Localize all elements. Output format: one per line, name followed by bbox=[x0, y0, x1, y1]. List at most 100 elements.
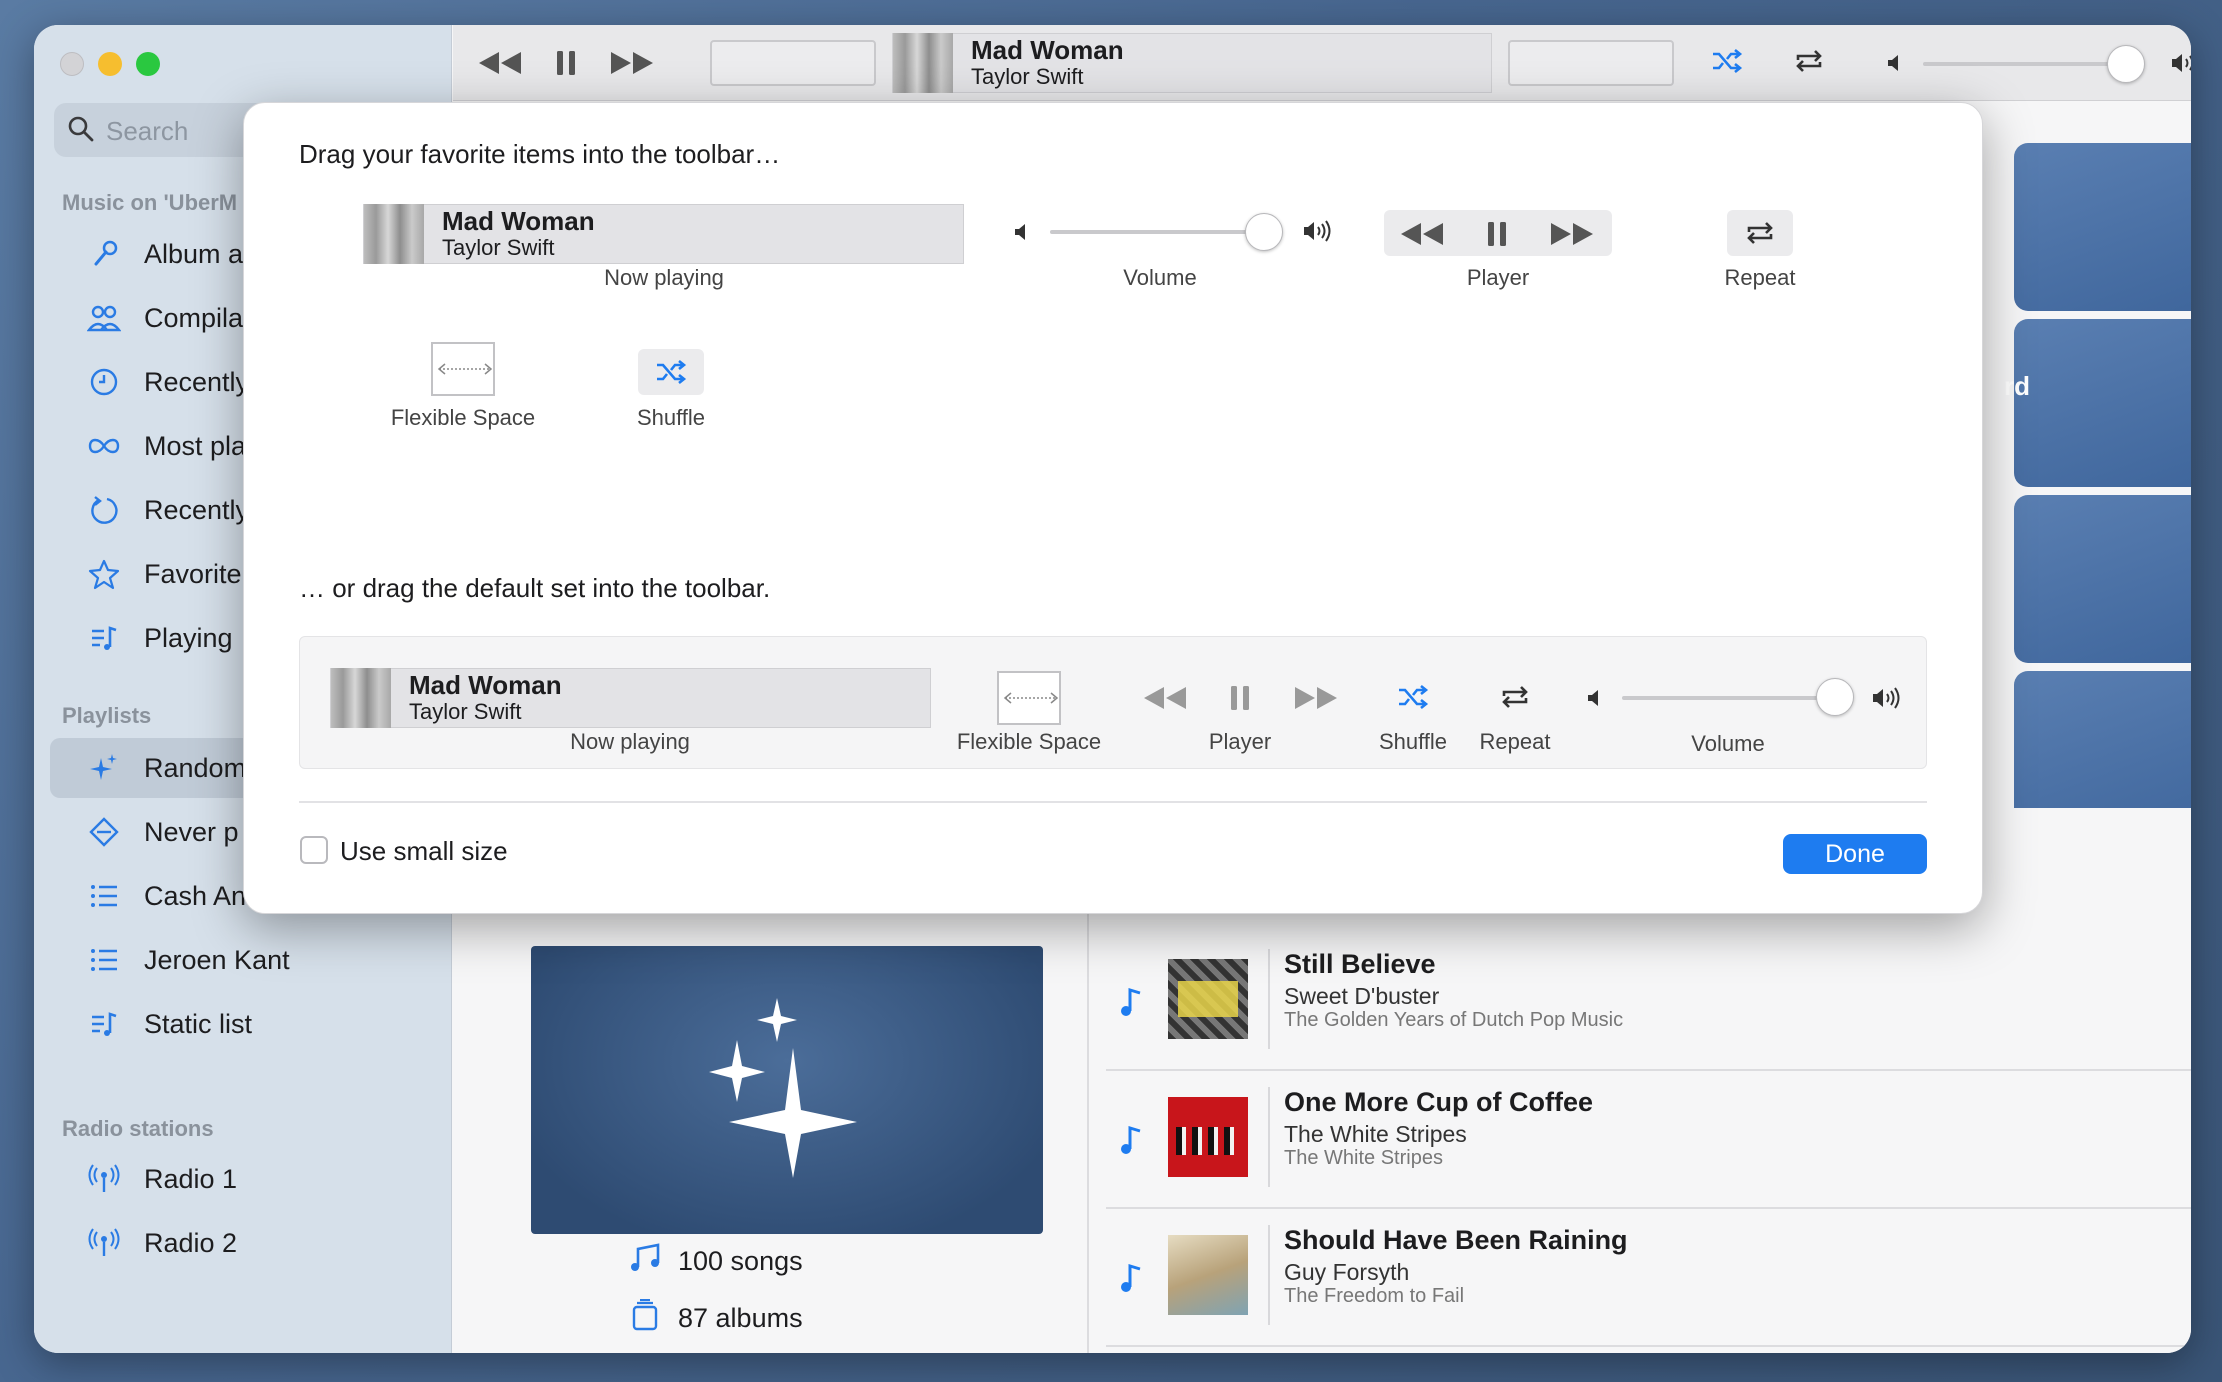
customize-toolbar-dialog: Drag your favorite items into the toolba… bbox=[243, 102, 1983, 914]
song-album: The Freedom to Fail bbox=[1284, 1285, 1465, 1307]
album-art bbox=[893, 33, 953, 93]
now-playing-widget: Mad Woman Taylor Swift bbox=[330, 668, 931, 728]
music-note-icon bbox=[1120, 1125, 1142, 1160]
repeat-icon bbox=[1500, 684, 1530, 715]
antenna-icon bbox=[86, 1161, 122, 1197]
previous-button[interactable] bbox=[475, 45, 525, 81]
song-album: The White Stripes bbox=[1284, 1147, 1443, 1169]
now-playing-widget[interactable]: Mad Woman Taylor Swift bbox=[892, 33, 1492, 93]
music-list-icon bbox=[86, 620, 122, 656]
done-button[interactable]: Done bbox=[1783, 834, 1927, 874]
album-cover bbox=[1168, 959, 1248, 1039]
volume-low-icon bbox=[1014, 223, 1030, 246]
small-size-checkbox[interactable] bbox=[300, 836, 328, 864]
clock-icon bbox=[86, 364, 122, 400]
playlists-section-title: Playlists bbox=[62, 703, 152, 728]
microphone-icon bbox=[86, 236, 122, 272]
shuffle-icon bbox=[655, 359, 687, 390]
next-button[interactable] bbox=[607, 45, 657, 81]
pause-button[interactable] bbox=[551, 45, 581, 81]
sidebar-item-radio-2[interactable]: Radio 2 bbox=[50, 1213, 440, 1273]
close-button[interactable] bbox=[60, 52, 84, 76]
volume-knob bbox=[1816, 678, 1854, 716]
sidebar-item-static-list[interactable]: Static list bbox=[50, 994, 440, 1054]
flexible-space-placeholder bbox=[710, 40, 876, 86]
shuffle-button[interactable] bbox=[1709, 45, 1745, 81]
divider bbox=[299, 801, 1927, 803]
music-note-icon bbox=[1120, 987, 1142, 1022]
album-art bbox=[331, 668, 391, 728]
playlist-card[interactable] bbox=[2014, 495, 2191, 663]
playlist-card[interactable]: rd bbox=[2004, 319, 2191, 487]
song-row[interactable]: Still Believe Sweet D'buster The Golden … bbox=[1106, 933, 2191, 1071]
search-icon bbox=[66, 114, 96, 149]
song-artist: The White Stripes bbox=[1284, 1121, 1467, 1147]
previous-icon bbox=[1399, 221, 1445, 252]
toolbar: Mad Woman Taylor Swift bbox=[453, 25, 2191, 101]
album-cover bbox=[1168, 1097, 1248, 1177]
song-row[interactable]: One More Cup of Coffee The White Stripes… bbox=[1106, 1071, 2191, 1209]
flexible-space-icon bbox=[997, 671, 1061, 725]
volume-high-icon bbox=[1872, 687, 1902, 714]
now-playing-widget: Mad Woman Taylor Swift bbox=[363, 204, 964, 264]
song-artist: Sweet D'buster bbox=[1284, 983, 1440, 1009]
playlist-artwork bbox=[531, 946, 1043, 1234]
infinity-icon bbox=[86, 428, 122, 464]
song-row[interactable]: Should Have Been Raining Guy Forsyth The… bbox=[1106, 1209, 2191, 1347]
repeat-icon bbox=[1745, 220, 1775, 251]
people-icon bbox=[86, 300, 122, 336]
song-title: One More Cup of Coffee bbox=[1284, 1087, 1593, 1117]
volume-knob[interactable] bbox=[2107, 45, 2145, 83]
sparkle-icon bbox=[86, 750, 122, 786]
shuffle-icon bbox=[1711, 48, 1743, 79]
default-toolbar-set[interactable]: Mad Woman Taylor Swift Now playing Flexi… bbox=[299, 636, 1927, 769]
star-icon bbox=[86, 556, 122, 592]
song-title: Still Believe bbox=[1284, 949, 1436, 979]
song-title: Should Have Been Raining bbox=[1284, 1225, 1628, 1255]
search-placeholder: Search bbox=[106, 116, 189, 146]
small-size-label: Use small size bbox=[340, 836, 508, 866]
list-icon bbox=[86, 942, 122, 978]
music-note-icon bbox=[1120, 1263, 1142, 1298]
flexible-space-placeholder bbox=[1508, 40, 1674, 86]
pause-icon bbox=[1230, 685, 1250, 716]
music-notes-icon bbox=[628, 1243, 662, 1280]
repeat-button[interactable] bbox=[1791, 45, 1827, 81]
pause-icon bbox=[1487, 221, 1507, 252]
sidebar-item-jeroen-kant[interactable]: Jeroen Kant bbox=[50, 930, 440, 990]
default-set-heading: … or drag the default set into the toolb… bbox=[299, 573, 771, 603]
playlist-card[interactable] bbox=[2014, 143, 2191, 311]
next-icon bbox=[1293, 685, 1339, 716]
now-playing-title: Mad Woman bbox=[971, 35, 1124, 65]
sparkle-icon bbox=[707, 998, 857, 1183]
antenna-icon bbox=[86, 1225, 122, 1261]
sidebar-item-radio-1[interactable]: Radio 1 bbox=[50, 1149, 440, 1209]
shuffle-icon bbox=[1397, 684, 1429, 715]
song-artist: Guy Forsyth bbox=[1284, 1259, 1410, 1285]
volume-knob bbox=[1245, 213, 1283, 251]
songs-count: 100 songs bbox=[628, 1243, 803, 1280]
album-art bbox=[364, 204, 424, 264]
next-icon bbox=[1549, 221, 1595, 252]
minimize-button[interactable] bbox=[98, 52, 122, 76]
song-album: The Golden Years of Dutch Pop Music bbox=[1284, 1009, 1624, 1031]
volume-high-icon bbox=[2171, 52, 2191, 74]
radio-section-title: Radio stations bbox=[62, 1116, 214, 1141]
card-label: rd bbox=[2004, 371, 2030, 401]
maximize-button[interactable] bbox=[136, 52, 160, 76]
refresh-icon bbox=[86, 492, 122, 528]
album-cover bbox=[1168, 1235, 1248, 1315]
music-list-icon bbox=[86, 1006, 122, 1042]
volume-high-icon bbox=[1303, 220, 1333, 247]
volume-low-icon bbox=[1587, 689, 1603, 712]
diamond-icon bbox=[86, 814, 122, 850]
dialog-heading: Drag your favorite items into the toolba… bbox=[299, 139, 781, 169]
now-playing-artist: Taylor Swift bbox=[971, 64, 1084, 89]
repeat-icon bbox=[1794, 48, 1824, 79]
previous-icon bbox=[1142, 685, 1188, 716]
volume-low-icon bbox=[1887, 54, 1903, 72]
library-section-title: Music on 'UberM bbox=[62, 190, 238, 215]
list-icon bbox=[86, 878, 122, 914]
album-stack-icon bbox=[630, 1298, 660, 1338]
albums-count: 87 albums bbox=[630, 1298, 803, 1338]
